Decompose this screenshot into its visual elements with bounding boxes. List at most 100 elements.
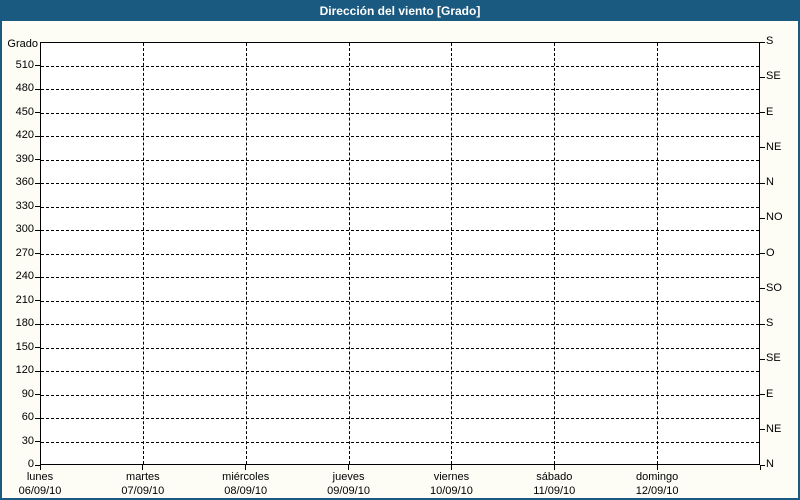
h-gridline [41, 418, 759, 419]
x-day-name-label: sábado [536, 471, 573, 483]
y-right-tick-label: S [766, 35, 774, 47]
plot-area [40, 42, 760, 465]
x-day-name-label: miércoles [222, 471, 270, 483]
y-right-tick-label: SO [766, 281, 782, 294]
y-right-tick-label: NO [766, 211, 783, 224]
y-left-tick-mark [35, 206, 40, 207]
x-day-date-label: 11/09/10 [533, 485, 576, 497]
y-axis-left-title: Grado [7, 38, 38, 50]
y-right-tick-mark [760, 394, 765, 395]
y-left-tick-mark [35, 417, 40, 419]
x-tick-mark [39, 465, 41, 470]
x-tick-mark [656, 465, 658, 470]
y-right-tick-mark [760, 76, 765, 78]
y-left-tick-label: 90 [21, 387, 34, 400]
h-gridline [41, 159, 759, 161]
y-right-tick-mark [760, 253, 765, 254]
y-right-tick-label: N [766, 458, 774, 470]
x-day-name-label: jueves [332, 471, 365, 483]
y-left-tick-label: 300 [15, 223, 34, 235]
v-gridline [142, 43, 144, 464]
h-gridline [41, 347, 759, 349]
y-left-tick-mark [35, 276, 40, 278]
v-gridline [451, 43, 453, 464]
y-left-tick-mark [35, 182, 40, 184]
y-left-tick-label: 240 [15, 270, 34, 282]
y-right-tick-mark [760, 358, 765, 360]
v-gridline [657, 43, 659, 464]
y-right-tick-mark [760, 323, 765, 325]
x-day-date-label: 12/09/10 [635, 485, 679, 497]
y-right-tick-label: O [766, 246, 775, 259]
y-left-tick-mark [35, 112, 40, 113]
y-left-tick-label: 510 [15, 58, 34, 71]
x-day-date-label: 08/09/10 [224, 485, 268, 497]
h-gridline [41, 441, 759, 443]
y-right-tick-label: N [766, 176, 774, 188]
h-gridline [41, 277, 759, 278]
x-day-name-label: viernes [433, 471, 470, 483]
x-day-date-label: 06/09/10 [18, 485, 62, 497]
y-left-tick-label: 0 [27, 458, 34, 470]
x-tick-mark [348, 465, 350, 470]
y-left-tick-mark [35, 135, 40, 137]
h-gridline [41, 253, 759, 255]
h-gridline [41, 89, 759, 90]
x-tick-mark [759, 465, 761, 470]
h-gridline [41, 65, 759, 67]
x-tick-mark [142, 465, 144, 470]
v-gridline [554, 43, 556, 464]
y-left-tick-mark [35, 323, 40, 325]
y-right-tick-mark [760, 147, 765, 149]
y-left-tick-label: 330 [15, 199, 34, 212]
chart-title: Dirección del viento [Grado] [319, 4, 481, 18]
v-gridline [348, 43, 350, 464]
y-right-tick-mark [760, 429, 765, 431]
y-left-tick-label: 30 [21, 434, 34, 447]
y-left-tick-mark [35, 65, 40, 66]
h-gridline [41, 206, 759, 208]
y-right-tick-mark [760, 182, 765, 184]
y-left-tick-mark [35, 88, 40, 90]
x-day-name-label: domingo [636, 471, 679, 483]
h-gridline [41, 136, 759, 137]
y-left-tick-label: 390 [15, 152, 34, 165]
y-left-tick-label: 210 [15, 293, 34, 306]
x-tick-mark [553, 465, 555, 470]
h-gridline [41, 230, 759, 231]
y-left-tick-mark [35, 441, 40, 442]
y-left-tick-label: 150 [15, 340, 34, 353]
h-gridline [41, 183, 759, 184]
y-right-tick-label: SE [766, 352, 781, 365]
y-right-tick-mark [760, 112, 765, 113]
y-right-tick-mark [760, 41, 765, 43]
h-gridline [41, 300, 759, 302]
x-day-name-label: lunes [26, 471, 54, 483]
y-right-tick-label: E [766, 387, 774, 400]
h-gridline [41, 371, 759, 372]
y-left-tick-mark [35, 347, 40, 348]
x-day-date-label: 07/09/10 [121, 485, 165, 497]
y-right-tick-mark [760, 464, 765, 466]
y-left-tick-label: 120 [15, 364, 34, 376]
x-day-date-label: 09/09/10 [327, 485, 370, 497]
y-right-tick-label: S [766, 317, 774, 329]
h-gridline [41, 112, 759, 114]
chart-title-bar: Dirección del viento [Grado] [2, 2, 798, 21]
x-tick-mark [450, 465, 452, 470]
y-left-tick-label: 420 [15, 129, 34, 141]
y-left-tick-label: 480 [15, 82, 34, 94]
y-left-tick-label: 270 [15, 246, 34, 259]
y-left-tick-label: 450 [15, 105, 34, 118]
x-day-name-label: martes [126, 471, 160, 483]
h-gridline [41, 324, 759, 325]
y-right-tick-mark [760, 288, 765, 290]
h-gridline [41, 394, 759, 396]
y-left-tick-mark [35, 370, 40, 372]
chart-window: Dirección del viento [Grado] Grado 510 48… [0, 0, 800, 500]
y-right-tick-label: NE [766, 422, 782, 435]
y-left-tick-mark [35, 253, 40, 254]
y-left-tick-label: 60 [21, 411, 34, 423]
v-gridline [245, 43, 247, 464]
y-right-tick-label: E [766, 105, 774, 118]
